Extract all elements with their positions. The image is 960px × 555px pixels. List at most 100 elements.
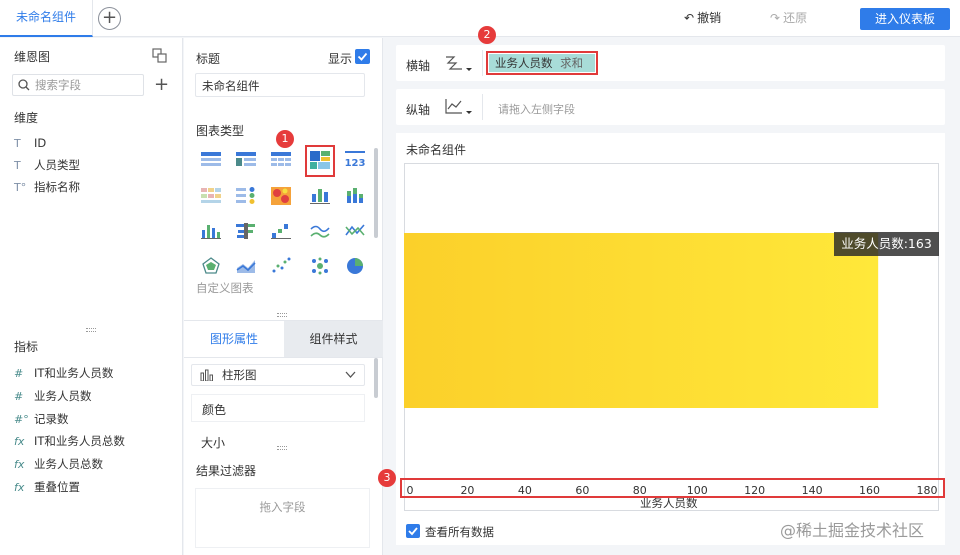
undo-button[interactable]: ↶ 撤销 (684, 10, 721, 26)
column-chart-icon[interactable] (200, 221, 222, 241)
y-axis-type-icon[interactable] (444, 97, 474, 117)
y-axis-drop-zone[interactable]: 请拖入左侧字段 (498, 101, 575, 117)
range-chart-icon[interactable] (309, 186, 331, 206)
tab-graph-properties[interactable]: 图形属性 (184, 321, 284, 357)
result-filter-label: 结果过滤器 (196, 464, 257, 478)
dataset-title: 维恩图 (14, 50, 51, 64)
radar-chart-icon[interactable] (200, 256, 222, 276)
field-label: 记录数 (34, 412, 69, 426)
measure-item-it-business-total[interactable]: fx IT和业务人员总数 (14, 432, 125, 450)
bar-chart-icon (200, 369, 213, 381)
area-chart-icon[interactable] (235, 256, 257, 276)
add-field-icon[interactable]: + (154, 74, 169, 95)
chart-style-select[interactable]: 柱形图 (191, 364, 365, 386)
pie-chart-icon[interactable] (344, 256, 366, 276)
dimension-item-id[interactable]: T ID (14, 134, 46, 152)
chart-style-value: 柱形图 (222, 368, 257, 382)
field-label: IT和业务人员总数 (34, 434, 125, 448)
field-label: 人员类型 (34, 158, 80, 172)
show-title-checkbox[interactable] (355, 49, 370, 64)
x-axis-type-icon[interactable] (444, 54, 474, 74)
measure-item-business-total[interactable]: fx 业务人员总数 (14, 455, 103, 473)
resize-handle[interactable] (277, 446, 287, 450)
number-field-icon: #° (14, 412, 29, 426)
view-all-checkbox[interactable] (406, 524, 420, 538)
color-property[interactable]: 颜色 (191, 394, 365, 422)
measure-item-business-count[interactable]: # 业务人员数 (14, 387, 92, 405)
redo-button[interactable]: ↷ 还原 (770, 10, 807, 26)
y-axis-label: 纵轴 (406, 103, 431, 117)
measure-item-record-count[interactable]: #° 记录数 (14, 410, 69, 428)
bar-tooltip: 业务人员数:163 (834, 232, 939, 256)
field-label: 业务人员总数 (34, 457, 103, 471)
x-field-highlight (486, 51, 598, 75)
chart-type-scrollbar[interactable] (374, 148, 378, 238)
tab-untitled-component[interactable]: 未命名组件 (0, 0, 93, 37)
search-icon (18, 79, 30, 91)
resize-handle[interactable] (277, 313, 287, 317)
bar-business-count[interactable] (404, 233, 879, 408)
treemap-chart-icon[interactable] (309, 150, 331, 170)
undo-label: 撤销 (697, 11, 722, 25)
size-label: 大小 (201, 436, 226, 450)
enter-dashboard-button[interactable]: 进入仪表板 (860, 8, 950, 30)
property-scrollbar[interactable] (374, 358, 378, 398)
area-line-icon[interactable] (344, 221, 366, 241)
formula-field-icon: fx (14, 457, 25, 471)
number-field-icon: # (14, 366, 24, 380)
waterfall-chart-icon[interactable] (270, 221, 292, 241)
field-label: 重叠位置 (34, 480, 80, 494)
number-field-icon: # (14, 389, 24, 403)
bubble-chart-icon[interactable] (309, 256, 331, 276)
kpi-chart-icon[interactable] (235, 186, 257, 206)
cross-table-icon[interactable] (270, 150, 292, 170)
custom-chart-label[interactable]: 自定义图表 (196, 280, 254, 296)
field-label: 业务人员数 (34, 389, 92, 403)
measure-item-it-business-count[interactable]: # IT和业务人员数 (14, 364, 113, 382)
text-field-icon: T° (14, 180, 27, 194)
annotation-badge-1: 1 (276, 130, 294, 148)
field-label: 指标名称 (34, 180, 80, 194)
scatter-chart-icon[interactable] (270, 256, 292, 276)
redo-label: 还原 (783, 11, 808, 25)
y-axis-row: 纵轴 请拖入左侧字段 (396, 89, 945, 125)
annotation-badge-2: 2 (478, 26, 496, 44)
tab-component-style[interactable]: 组件样式 (284, 321, 383, 357)
filter-drop-zone[interactable]: 拖入字段 (195, 488, 370, 548)
chart-type-label: 图表类型 (196, 124, 245, 138)
field-label: ID (34, 136, 47, 150)
title-input[interactable]: 未命名组件 (195, 73, 365, 97)
heat-table-icon[interactable] (200, 186, 222, 206)
group-table-icon[interactable] (235, 150, 257, 170)
color-label: 颜色 (202, 403, 227, 417)
property-panel: 标题 显示 未命名组件 图表类型 123 自定义图表 图形属性 组件样式 柱形图… (184, 38, 383, 555)
bar-chart (404, 233, 879, 408)
measure-item-overlap-position[interactable]: fx 重叠位置 (14, 478, 80, 496)
search-field-input[interactable]: 搜索字段 (12, 74, 144, 96)
heatmap-chart-icon[interactable] (270, 186, 292, 206)
switch-dataset-icon[interactable] (152, 48, 167, 63)
chevron-down-icon (345, 371, 356, 378)
show-title-label: 显示 (328, 52, 353, 66)
line-chart-icon[interactable] (309, 221, 331, 241)
text-field-icon: T (14, 136, 21, 150)
undo-icon: ↶ (684, 11, 695, 25)
property-tabs: 图形属性 组件样式 (184, 320, 383, 358)
svg-text:123: 123 (345, 158, 366, 169)
add-tab-button[interactable]: + (98, 7, 121, 30)
dimension-item-metric-name[interactable]: T° 指标名称 (14, 178, 80, 196)
formula-field-icon: fx (14, 434, 25, 448)
view-all-label: 查看所有数据 (425, 525, 494, 539)
x-axis-label: 横轴 (406, 59, 431, 73)
stacked-bar-icon[interactable] (344, 186, 366, 206)
formula-field-icon: fx (14, 480, 25, 494)
text-field-icon: T (14, 158, 21, 172)
watermark: @稀土掘金技术社区 (780, 521, 925, 540)
grouped-bar-icon[interactable] (235, 221, 257, 241)
field-panel: 维恩图 搜索字段 + 维度 T ID T 人员类型 T° 指标名称 指标 # I… (0, 38, 183, 555)
table-chart-icon[interactable] (200, 150, 222, 170)
resize-handle[interactable] (86, 328, 96, 332)
dimension-item-person-type[interactable]: T 人员类型 (14, 156, 80, 174)
number-card-icon[interactable]: 123 (344, 150, 366, 170)
search-placeholder: 搜索字段 (35, 78, 81, 92)
